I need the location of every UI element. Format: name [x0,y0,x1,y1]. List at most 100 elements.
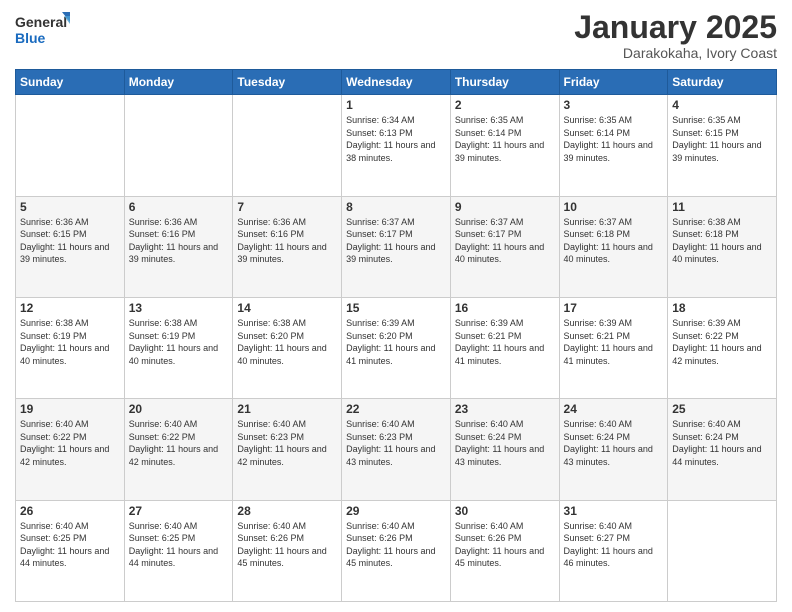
day-info: Sunrise: 6:40 AM Sunset: 6:27 PM Dayligh… [564,520,664,570]
header-tuesday: Tuesday [233,70,342,95]
calendar-cell: 29Sunrise: 6:40 AM Sunset: 6:26 PM Dayli… [342,500,451,601]
calendar-cell: 20 Sunrise: 6:40 AM Sunset: 6:22 PM Dayli… [124,399,233,500]
day-number: 17 [564,301,664,315]
day-info: Sunrise: 6:37 AM Sunset: 6:18 PM Dayligh… [564,216,664,266]
day-info: Sunrise: 6:38 AM Sunset: 6:19 PM Dayligh… [20,317,120,367]
calendar-cell: 26Sunrise: 6:40 AM Sunset: 6:25 PM Dayli… [16,500,125,601]
day-info: Sunrise: 6:40 AM Sunset: 6:24 PM Dayligh… [455,418,555,468]
svg-text:General: General [15,14,67,30]
svg-text:Blue: Blue [15,30,46,46]
week-row-2: 12 Sunrise: 6:38 AM Sunset: 6:19 PM Dayli… [16,297,777,398]
day-number: 10 [564,200,664,214]
day-number: 25 [672,402,772,416]
header-friday: Friday [559,70,668,95]
header-wednesday: Wednesday [342,70,451,95]
day-number: 16 [455,301,555,315]
header-saturday: Saturday [668,70,777,95]
day-number: 31 [564,504,664,518]
day-number: 3 [564,98,664,112]
calendar-cell [233,95,342,196]
week-row-1: 5Sunrise: 6:36 AM Sunset: 6:15 PM Daylig… [16,196,777,297]
calendar-cell: 3 Sunrise: 6:35 AM Sunset: 6:14 PM Daylig… [559,95,668,196]
calendar-cell: 18 Sunrise: 6:39 AM Sunset: 6:22 PM Dayli… [668,297,777,398]
day-number: 21 [237,402,337,416]
calendar-cell: 9 Sunrise: 6:37 AM Sunset: 6:17 PM Daylig… [450,196,559,297]
calendar-cell: 22 Sunrise: 6:40 AM Sunset: 6:23 PM Dayli… [342,399,451,500]
day-number: 9 [455,200,555,214]
day-info: Sunrise: 6:40 AM Sunset: 6:22 PM Dayligh… [20,418,120,468]
calendar-cell: 31 Sunrise: 6:40 AM Sunset: 6:27 PM Dayli… [559,500,668,601]
calendar-cell: 14 Sunrise: 6:38 AM Sunset: 6:20 PM Dayli… [233,297,342,398]
day-info: Sunrise: 6:39 AM Sunset: 6:21 PM Dayligh… [564,317,664,367]
week-row-3: 19 Sunrise: 6:40 AM Sunset: 6:22 PM Dayli… [16,399,777,500]
calendar-cell: 25 Sunrise: 6:40 AM Sunset: 6:24 PM Dayli… [668,399,777,500]
calendar-cell: 16 Sunrise: 6:39 AM Sunset: 6:21 PM Dayli… [450,297,559,398]
day-info: Sunrise: 6:40 AM Sunset: 6:26 PM Dayligh… [455,520,555,570]
location: Darakokaha, Ivory Coast [574,45,777,61]
day-info: Sunrise: 6:40 AM Sunset: 6:23 PM Dayligh… [346,418,446,468]
day-number: 1 [346,98,446,112]
day-number: 28 [237,504,337,518]
day-info: Sunrise: 6:36 AM Sunset: 6:16 PM Dayligh… [129,216,229,266]
calendar-cell: 19 Sunrise: 6:40 AM Sunset: 6:22 PM Dayli… [16,399,125,500]
day-info: Sunrise: 6:38 AM Sunset: 6:20 PM Dayligh… [237,317,337,367]
month-title: January 2025 [574,10,777,45]
day-info: Sunrise: 6:40 AM Sunset: 6:24 PM Dayligh… [672,418,772,468]
day-info: Sunrise: 6:40 AM Sunset: 6:25 PM Dayligh… [20,520,120,570]
calendar-cell: 23 Sunrise: 6:40 AM Sunset: 6:24 PM Dayli… [450,399,559,500]
day-number: 6 [129,200,229,214]
day-number: 5 [20,200,120,214]
day-number: 27 [129,504,229,518]
day-info: Sunrise: 6:38 AM Sunset: 6:19 PM Dayligh… [129,317,229,367]
calendar-cell [16,95,125,196]
calendar-cell [124,95,233,196]
day-info: Sunrise: 6:40 AM Sunset: 6:26 PM Dayligh… [237,520,337,570]
calendar-cell: 13 Sunrise: 6:38 AM Sunset: 6:19 PM Dayli… [124,297,233,398]
page: General Blue January 2025 Darakokaha, Iv… [0,0,792,612]
day-info: Sunrise: 6:34 AM Sunset: 6:13 PM Dayligh… [346,114,446,164]
day-info: Sunrise: 6:39 AM Sunset: 6:20 PM Dayligh… [346,317,446,367]
day-number: 12 [20,301,120,315]
calendar-cell [668,500,777,601]
logo: General Blue [15,10,70,48]
calendar-cell: 8Sunrise: 6:37 AM Sunset: 6:17 PM Daylig… [342,196,451,297]
calendar-cell: 15Sunrise: 6:39 AM Sunset: 6:20 PM Dayli… [342,297,451,398]
day-number: 13 [129,301,229,315]
calendar-cell: 12 Sunrise: 6:38 AM Sunset: 6:19 PM Dayli… [16,297,125,398]
day-info: Sunrise: 6:39 AM Sunset: 6:22 PM Dayligh… [672,317,772,367]
day-number: 20 [129,402,229,416]
day-number: 4 [672,98,772,112]
calendar-cell: 17 Sunrise: 6:39 AM Sunset: 6:21 PM Dayli… [559,297,668,398]
day-info: Sunrise: 6:35 AM Sunset: 6:14 PM Dayligh… [455,114,555,164]
day-number: 11 [672,200,772,214]
day-number: 23 [455,402,555,416]
calendar-cell: 7 Sunrise: 6:36 AM Sunset: 6:16 PM Daylig… [233,196,342,297]
title-block: January 2025 Darakokaha, Ivory Coast [574,10,777,61]
day-number: 30 [455,504,555,518]
day-info: Sunrise: 6:37 AM Sunset: 6:17 PM Dayligh… [346,216,446,266]
day-info: Sunrise: 6:40 AM Sunset: 6:22 PM Dayligh… [129,418,229,468]
day-number: 19 [20,402,120,416]
day-number: 18 [672,301,772,315]
day-number: 14 [237,301,337,315]
calendar-cell: 5Sunrise: 6:36 AM Sunset: 6:15 PM Daylig… [16,196,125,297]
day-info: Sunrise: 6:36 AM Sunset: 6:16 PM Dayligh… [237,216,337,266]
day-number: 7 [237,200,337,214]
week-row-4: 26Sunrise: 6:40 AM Sunset: 6:25 PM Dayli… [16,500,777,601]
day-info: Sunrise: 6:40 AM Sunset: 6:25 PM Dayligh… [129,520,229,570]
calendar-cell: 10 Sunrise: 6:37 AM Sunset: 6:18 PM Dayli… [559,196,668,297]
day-info: Sunrise: 6:37 AM Sunset: 6:17 PM Dayligh… [455,216,555,266]
day-info: Sunrise: 6:35 AM Sunset: 6:15 PM Dayligh… [672,114,772,164]
day-info: Sunrise: 6:35 AM Sunset: 6:14 PM Dayligh… [564,114,664,164]
header: General Blue January 2025 Darakokaha, Iv… [15,10,777,61]
day-number: 24 [564,402,664,416]
calendar-cell: 2Sunrise: 6:35 AM Sunset: 6:14 PM Daylig… [450,95,559,196]
day-info: Sunrise: 6:40 AM Sunset: 6:24 PM Dayligh… [564,418,664,468]
calendar-cell: 1 Sunrise: 6:34 AM Sunset: 6:13 PM Daylig… [342,95,451,196]
day-info: Sunrise: 6:40 AM Sunset: 6:23 PM Dayligh… [237,418,337,468]
calendar-cell: 24 Sunrise: 6:40 AM Sunset: 6:24 PM Dayli… [559,399,668,500]
day-info: Sunrise: 6:39 AM Sunset: 6:21 PM Dayligh… [455,317,555,367]
logo-svg: General Blue [15,10,70,48]
week-row-0: 1 Sunrise: 6:34 AM Sunset: 6:13 PM Daylig… [16,95,777,196]
day-number: 22 [346,402,446,416]
